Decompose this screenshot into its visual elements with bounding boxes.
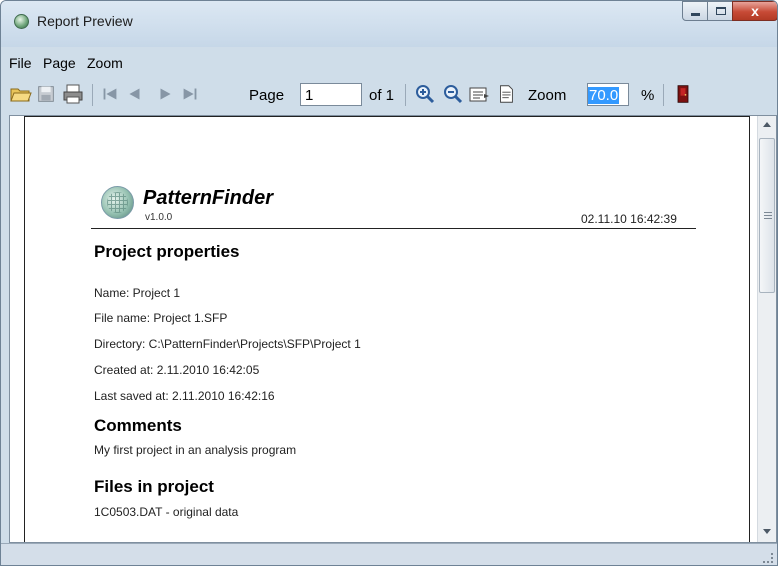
page-count: of 1: [369, 87, 395, 104]
window-title: Report Preview: [37, 13, 133, 29]
file-list-item: 1C0503.DAT - original data: [94, 505, 239, 519]
property-name: Name: Project 1: [94, 286, 181, 300]
property-file-name: File name: Project 1.SFP: [94, 311, 228, 325]
page-number-input[interactable]: 1: [300, 83, 362, 106]
page-width-icon[interactable]: [467, 82, 491, 106]
thumb-grip: [764, 212, 772, 213]
header-divider: [91, 228, 696, 229]
status-bar: [1, 543, 777, 565]
zoom-input[interactable]: 70.0: [587, 83, 629, 106]
thumb-grip: [764, 215, 772, 216]
zoom-in-icon[interactable]: [413, 82, 437, 106]
report-page: PatternFinder v1.0.0 02.11.10 16:42:39 P…: [24, 116, 750, 542]
zoom-value: 70.0: [588, 87, 620, 104]
vertical-scrollbar[interactable]: [757, 116, 776, 542]
menu-file[interactable]: File: [9, 55, 32, 71]
project-properties-heading: Project properties: [94, 242, 240, 261]
property-last-saved-at: Last saved at: 2.11.2010 16:42:16: [94, 389, 275, 403]
minimize-icon: [691, 13, 700, 16]
whole-page-icon[interactable]: [495, 82, 517, 106]
report-timestamp: 02.11.10 16:42:39: [581, 212, 677, 226]
property-directory: Directory: C:\PatternFinder\Projects\SFP…: [94, 337, 361, 351]
files-in-project-heading: Files in project: [94, 477, 214, 496]
previous-page-icon[interactable]: [123, 82, 145, 106]
print-icon[interactable]: [61, 82, 85, 106]
minimize-button[interactable]: [682, 1, 708, 21]
page-label: Page: [249, 87, 285, 104]
menu-page[interactable]: Page: [43, 55, 76, 71]
report-preview-area[interactable]: PatternFinder v1.0.0 02.11.10 16:42:39 P…: [9, 115, 777, 543]
save-icon[interactable]: [35, 82, 57, 106]
scroll-down-icon[interactable]: [763, 529, 771, 534]
close-icon: x: [751, 3, 759, 19]
maximize-icon: [716, 7, 726, 15]
report-app-name: PatternFinder: [143, 187, 274, 209]
title-bar[interactable]: Report Preview x: [1, 1, 777, 47]
menu-zoom[interactable]: Zoom: [87, 55, 123, 71]
scroll-up-icon[interactable]: [763, 122, 771, 127]
last-page-icon[interactable]: [179, 82, 201, 106]
toolbar: Page 1 of 1 Zoom 70.0 %: [1, 79, 777, 115]
scroll-thumb[interactable]: [759, 138, 775, 293]
zoom-label: Zoom: [528, 87, 567, 104]
first-page-icon[interactable]: [99, 82, 121, 106]
comments-heading: Comments: [94, 416, 182, 435]
zoom-out-icon[interactable]: [441, 82, 465, 106]
property-created-at: Created at: 2.11.2010 16:42:05: [94, 363, 260, 377]
thumb-grip: [764, 218, 772, 219]
maximize-button[interactable]: [707, 1, 733, 21]
next-page-icon[interactable]: [155, 82, 177, 106]
toolbar-separator: [405, 84, 406, 106]
logo-grid: [107, 192, 128, 213]
menu-bar: File Page Zoom: [1, 47, 777, 79]
patternfinder-logo-icon: [101, 186, 134, 219]
toolbar-separator: [92, 84, 93, 106]
open-folder-icon[interactable]: [9, 82, 33, 106]
exit-door-icon[interactable]: [673, 82, 693, 106]
toolbar-separator: [663, 84, 664, 106]
report-version: v1.0.0: [145, 212, 173, 223]
app-icon: [14, 14, 29, 29]
close-button[interactable]: x: [732, 1, 777, 21]
report-preview-window: Report Preview x File Page Zoom Page 1 o…: [0, 0, 778, 566]
resize-grip-icon[interactable]: [763, 553, 773, 563]
zoom-percent-label: %: [641, 87, 655, 104]
comments-text: My first project in an analysis program: [94, 443, 297, 457]
